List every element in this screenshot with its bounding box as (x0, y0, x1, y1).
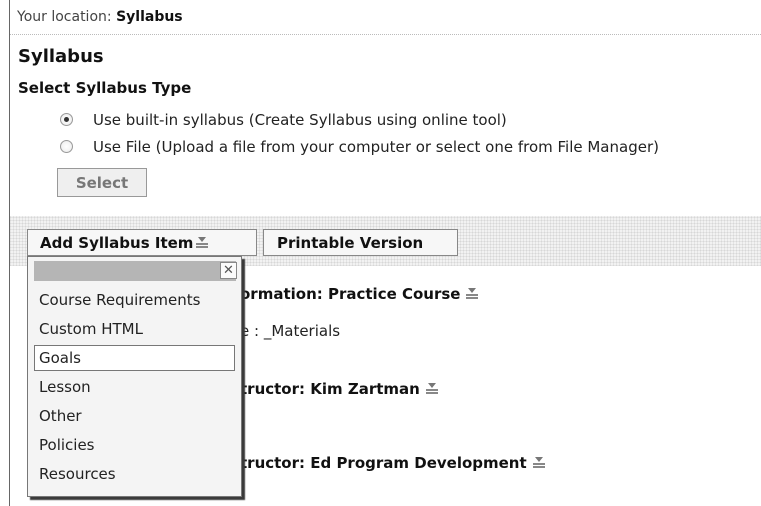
menu-item-course-requirements[interactable]: Course Requirements (34, 287, 235, 313)
radio-label-built-in[interactable]: Use built-in syllabus (Create Syllabus u… (93, 111, 507, 129)
radio-button-use-file[interactable] (60, 140, 73, 153)
section-title-instructor-ed: tructor: Ed Program Development (240, 454, 545, 472)
syllabus-type-heading: Select Syllabus Type (18, 79, 192, 97)
section-title-instructor-kim: tructor: Kim Zartman (240, 380, 438, 398)
menu-item-resources[interactable]: Resources (34, 461, 235, 487)
add-syllabus-item-label[interactable]: Add Syllabus Item (40, 234, 193, 252)
section-title-text: tructor: Kim Zartman (240, 380, 420, 398)
radio-label-use-file[interactable]: Use File (Upload a file from your comput… (93, 138, 659, 156)
menu-dropdown-icon[interactable] (196, 236, 209, 250)
section-detail-materials: e : _Materials (240, 322, 341, 340)
section-title-text: ormation: Practice Course (240, 285, 461, 303)
menu-item-policies[interactable]: Policies (34, 432, 235, 458)
dropdown-header: ✕ (34, 261, 237, 281)
section-title-text: tructor: Ed Program Development (240, 454, 527, 472)
add-item-dropdown-menu: ✕ Course Requirements Custom HTML Goals … (27, 256, 242, 497)
breadcrumb-current: Syllabus (116, 9, 183, 25)
close-icon[interactable]: ✕ (220, 262, 237, 279)
page-title: Syllabus (18, 46, 104, 67)
menu-item-other[interactable]: Other (34, 403, 235, 429)
select-button[interactable]: Select (57, 168, 147, 197)
radio-button-built-in[interactable] (60, 113, 73, 126)
breadcrumb: Your location: Syllabus (10, 0, 761, 35)
menu-item-custom-html[interactable]: Custom HTML (34, 316, 235, 342)
section-title-course-information: ormation: Practice Course (240, 285, 479, 303)
breadcrumb-label: Your location: (17, 9, 112, 25)
section-menu-icon[interactable] (425, 383, 438, 396)
section-menu-icon[interactable] (532, 457, 545, 470)
menu-item-lesson[interactable]: Lesson (34, 374, 235, 400)
menu-item-goals[interactable]: Goals (34, 345, 235, 371)
printable-version-button[interactable]: Printable Version (263, 229, 458, 256)
section-menu-icon[interactable] (466, 288, 479, 301)
add-syllabus-item-button[interactable]: Add Syllabus Item (27, 229, 257, 256)
